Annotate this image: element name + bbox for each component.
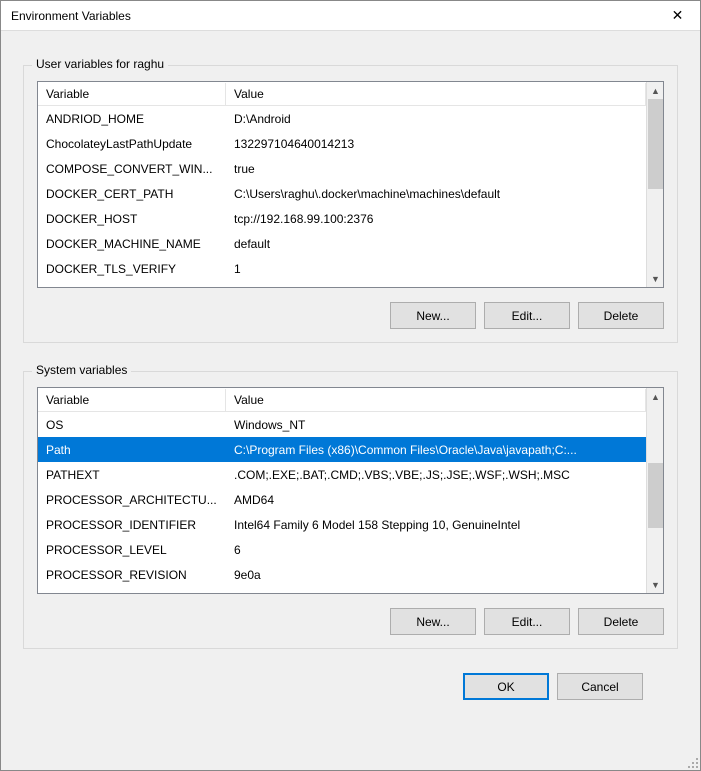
- content-area: User variables for raghu Variable Value …: [1, 31, 700, 710]
- value-cell: 9e0a: [226, 568, 646, 582]
- variable-cell: ANDRIOD_HOME: [38, 112, 226, 126]
- dialog-footer: OK Cancel: [23, 649, 678, 700]
- table-row[interactable]: PATHEXT.COM;.EXE;.BAT;.CMD;.VBS;.VBE;.JS…: [38, 462, 646, 487]
- variable-cell: PROCESSOR_IDENTIFIER: [38, 518, 226, 532]
- col-header-value[interactable]: Value: [226, 83, 646, 105]
- scroll-thumb[interactable]: [648, 463, 663, 528]
- table-row[interactable]: ChocolateyLastPathUpdate1322971046400142…: [38, 131, 646, 156]
- variable-cell: DOCKER_HOST: [38, 212, 226, 226]
- value-cell: 132297104640014213: [226, 137, 646, 151]
- env-variables-dialog: Environment Variables ✕ User variables f…: [0, 0, 701, 771]
- system-new-button[interactable]: New...: [390, 608, 476, 635]
- ok-button[interactable]: OK: [463, 673, 549, 700]
- value-cell: D:\Android: [226, 112, 646, 126]
- scroll-up-icon[interactable]: ▲: [647, 82, 664, 99]
- variable-cell: PATHEXT: [38, 468, 226, 482]
- table-row[interactable]: PROCESSOR_ARCHITECTU...AMD64: [38, 487, 646, 512]
- table-row[interactable]: ANDRIOD_HOMED:\Android: [38, 106, 646, 131]
- user-group-label: User variables for raghu: [32, 57, 168, 71]
- system-delete-button[interactable]: Delete: [578, 608, 664, 635]
- value-cell: true: [226, 162, 646, 176]
- variable-cell: ChocolateyLastPathUpdate: [38, 137, 226, 151]
- system-scrollbar[interactable]: ▲ ▼: [646, 388, 663, 593]
- value-cell: default: [226, 237, 646, 251]
- scroll-up-icon[interactable]: ▲: [647, 388, 664, 405]
- variable-cell: OS: [38, 418, 226, 432]
- value-cell: 1: [226, 262, 646, 276]
- titlebar[interactable]: Environment Variables ✕: [1, 1, 700, 31]
- table-row[interactable]: COMPOSE_CONVERT_WIN...true: [38, 156, 646, 181]
- user-edit-button[interactable]: Edit...: [484, 302, 570, 329]
- system-edit-button[interactable]: Edit...: [484, 608, 570, 635]
- value-cell: C:\Program Files (x86)\Common Files\Orac…: [226, 443, 646, 457]
- user-scrollbar[interactable]: ▲ ▼: [646, 82, 663, 287]
- user-list-header[interactable]: Variable Value: [38, 82, 646, 106]
- user-delete-button[interactable]: Delete: [578, 302, 664, 329]
- variable-cell: Path: [38, 443, 226, 457]
- value-cell: Intel64 Family 6 Model 158 Stepping 10, …: [226, 518, 646, 532]
- cancel-button[interactable]: Cancel: [557, 673, 643, 700]
- system-variables-list[interactable]: Variable Value OSWindows_NTPathC:\Progra…: [37, 387, 664, 594]
- scroll-down-icon[interactable]: ▼: [647, 270, 664, 287]
- variable-cell: DOCKER_TLS_VERIFY: [38, 262, 226, 276]
- table-row[interactable]: OSWindows_NT: [38, 412, 646, 437]
- table-row[interactable]: DOCKER_HOSTtcp://192.168.99.100:2376: [38, 206, 646, 231]
- window-title: Environment Variables: [11, 9, 131, 23]
- value-cell: 6: [226, 543, 646, 557]
- col-header-value[interactable]: Value: [226, 389, 646, 411]
- value-cell: tcp://192.168.99.100:2376: [226, 212, 646, 226]
- value-cell: C:\Users\raghu\.docker\machine\machines\…: [226, 187, 646, 201]
- close-icon[interactable]: ✕: [655, 1, 700, 31]
- table-row[interactable]: PROCESSOR_IDENTIFIERIntel64 Family 6 Mod…: [38, 512, 646, 537]
- col-header-variable[interactable]: Variable: [38, 83, 226, 105]
- system-button-row: New... Edit... Delete: [37, 608, 664, 635]
- variable-cell: COMPOSE_CONVERT_WIN...: [38, 162, 226, 176]
- table-row[interactable]: DOCKER_MACHINE_NAMEdefault: [38, 231, 646, 256]
- variable-cell: PROCESSOR_LEVEL: [38, 543, 226, 557]
- table-row[interactable]: DOCKER_TLS_VERIFY1: [38, 256, 646, 281]
- user-new-button[interactable]: New...: [390, 302, 476, 329]
- variable-cell: PROCESSOR_ARCHITECTU...: [38, 493, 226, 507]
- table-row[interactable]: PROCESSOR_LEVEL6: [38, 537, 646, 562]
- scroll-thumb[interactable]: [648, 99, 663, 189]
- table-row[interactable]: PROCESSOR_REVISION9e0a: [38, 562, 646, 587]
- variable-cell: PROCESSOR_REVISION: [38, 568, 226, 582]
- value-cell: AMD64: [226, 493, 646, 507]
- user-variables-list[interactable]: Variable Value ANDRIOD_HOMED:\AndroidCho…: [37, 81, 664, 288]
- resize-grip-icon[interactable]: [684, 754, 698, 768]
- user-button-row: New... Edit... Delete: [37, 302, 664, 329]
- table-row[interactable]: DOCKER_CERT_PATHC:\Users\raghu\.docker\m…: [38, 181, 646, 206]
- col-header-variable[interactable]: Variable: [38, 389, 226, 411]
- variable-cell: DOCKER_MACHINE_NAME: [38, 237, 226, 251]
- variable-cell: DOCKER_CERT_PATH: [38, 187, 226, 201]
- system-variables-group: System variables Variable Value OSWindow…: [23, 371, 678, 649]
- scroll-down-icon[interactable]: ▼: [647, 576, 664, 593]
- system-list-header[interactable]: Variable Value: [38, 388, 646, 412]
- system-group-label: System variables: [32, 363, 131, 377]
- user-variables-group: User variables for raghu Variable Value …: [23, 65, 678, 343]
- table-row[interactable]: PathC:\Program Files (x86)\Common Files\…: [38, 437, 646, 462]
- value-cell: Windows_NT: [226, 418, 646, 432]
- value-cell: .COM;.EXE;.BAT;.CMD;.VBS;.VBE;.JS;.JSE;.…: [226, 468, 646, 482]
